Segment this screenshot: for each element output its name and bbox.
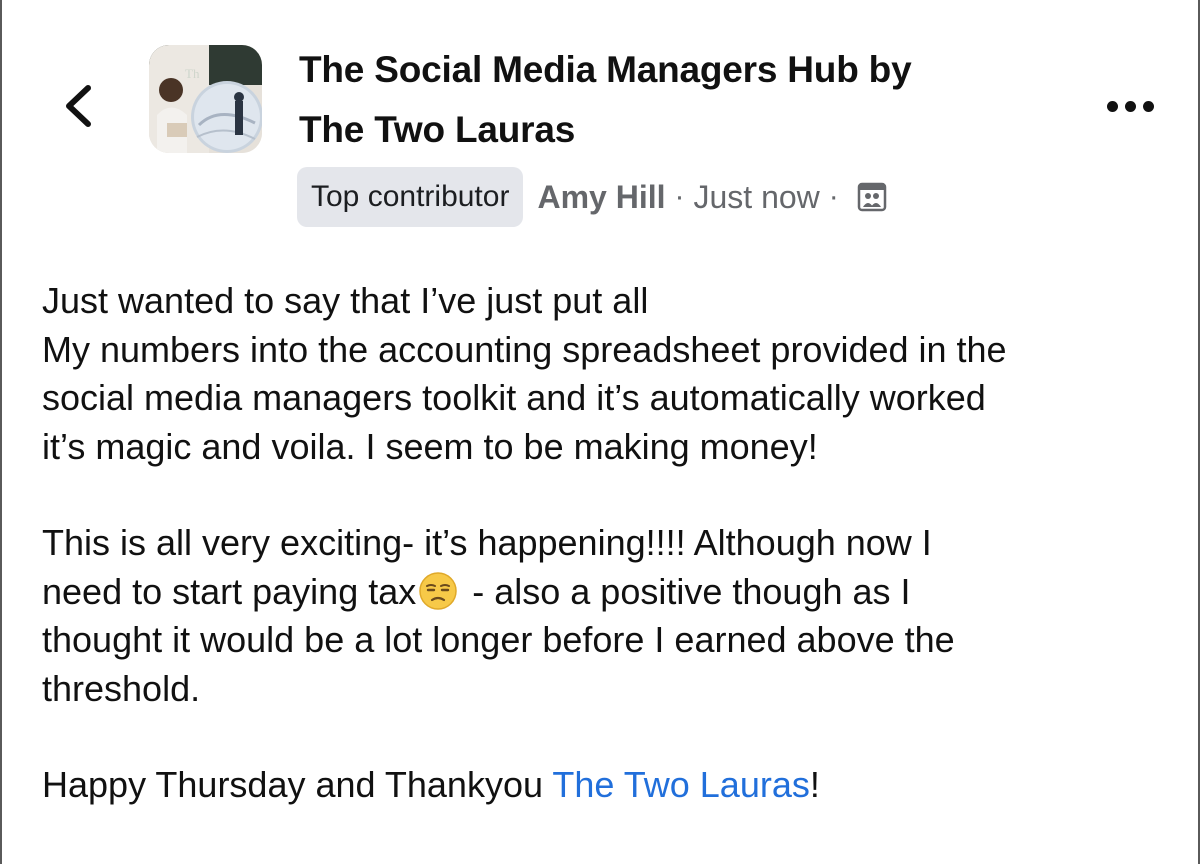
post-text: Happy Thursday and Thankyou [42, 764, 553, 805]
group-title-line1: The Social Media Managers Hub by [299, 49, 912, 90]
post-meta: Top contributor Amy Hill · Just now · [297, 167, 889, 227]
post-body: Just wanted to say that I’ve just put al… [42, 277, 1182, 810]
svg-text:Th: Th [185, 66, 200, 81]
group-audience-icon[interactable] [857, 181, 889, 213]
mention-link[interactable]: The Two Lauras [552, 764, 809, 805]
post-text: need to start paying tax [42, 570, 417, 612]
post-line: threshold. [42, 667, 201, 709]
meta-separator: · [828, 180, 839, 213]
back-chevron-icon [66, 85, 91, 127]
group-avatar[interactable]: Th [149, 45, 262, 153]
more-options-icon [1106, 100, 1118, 112]
author-name[interactable]: Amy Hill [537, 179, 665, 216]
post-line: My numbers into the accounting spreadshe… [42, 328, 1007, 370]
group-title[interactable]: The Social Media Managers Hub by The Two… [299, 40, 1019, 160]
post-line: thought it would be a lot longer before … [42, 619, 955, 660]
top-contributor-badge[interactable]: Top contributor [297, 167, 524, 227]
meta-separator: · [674, 180, 685, 213]
post-line: social media managers toolkit and it’s a… [42, 377, 986, 418]
post-line: This is all very exciting- it’s happenin… [42, 522, 932, 563]
post-text: - also a positive though as I [462, 570, 911, 612]
post-text: ! [809, 764, 820, 805]
post-line: need to start paying tax - also a positi… [42, 568, 1182, 617]
group-title-line2: The Two Lauras [299, 109, 576, 150]
more-options-icon-dot [1124, 100, 1136, 112]
unamused-face-emoji [419, 571, 457, 610]
back-button[interactable] [54, 78, 102, 134]
post-screen: Th The Social Media Managers Hub by The … [0, 0, 1200, 864]
post-timestamp[interactable]: Just now [693, 179, 819, 216]
post-line: Just wanted to say that I’ve just put al… [42, 280, 649, 321]
more-options-button[interactable] [1100, 92, 1160, 120]
post-line: it’s magic and voila. I seem to be makin… [42, 425, 818, 467]
more-options-icon-dot [1142, 100, 1154, 112]
post-line: Happy Thursday and Thankyou The Two Laur… [42, 761, 1182, 810]
